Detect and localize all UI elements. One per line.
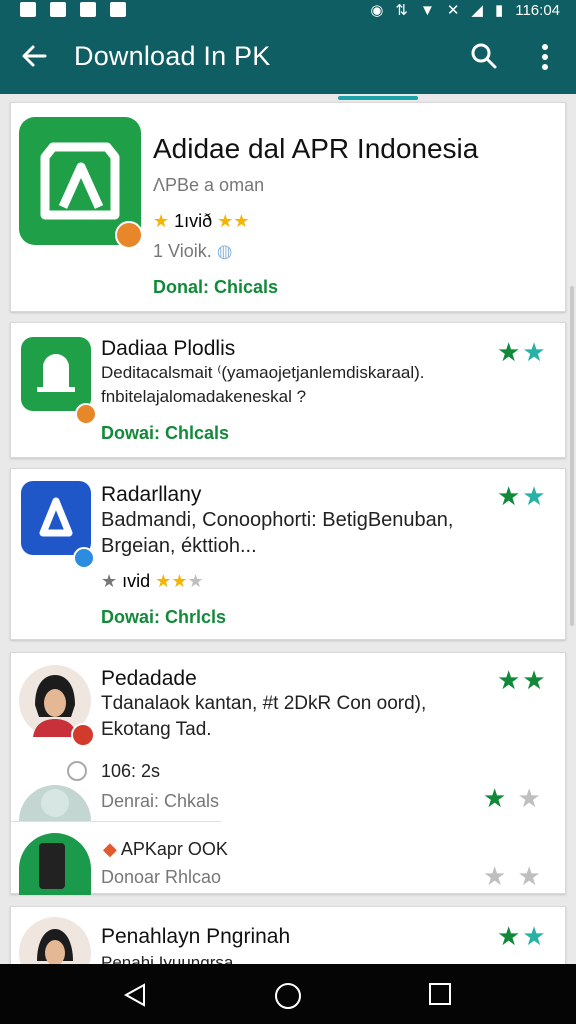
tab-indicator — [338, 96, 418, 100]
rating-stars: ★ ★ — [483, 783, 543, 813]
check-badge-icon — [73, 547, 95, 569]
rating-stars: ★★ — [497, 481, 548, 511]
star-icon: ★★ — [217, 211, 250, 231]
featured-app-name: Adidae dal APR Indonesia — [153, 133, 479, 164]
app-description: Brgeian, ékttioh... — [101, 535, 257, 557]
app-description: Tdanalaok kantan, #t 2DkR Con oord), — [101, 693, 427, 714]
verified-badge-icon — [115, 221, 143, 249]
notification-icons — [20, 2, 126, 17]
more-options-icon[interactable] — [530, 40, 560, 74]
featured-downloads: 1 Vioik. ◍ — [153, 241, 233, 261]
bluetooth-notification-icon — [80, 2, 96, 17]
status-bar: ◉ ⇅ ▼ ✕ ◢ ▮ 116:04 — [0, 0, 576, 22]
app-description: Deditacalsmait ⁽(yamaojetjanlemdiskaraal… — [101, 363, 425, 382]
recents-nav-icon[interactable] — [428, 982, 452, 1006]
sub-app-link[interactable]: Denrai: Chkals — [101, 791, 219, 812]
app-list-item[interactable]: Pedadade Tdanalaok kantan, #t 2DkR Con o… — [10, 652, 566, 895]
app-description: Ekotang Tad. — [101, 719, 212, 740]
avatar[interactable] — [19, 665, 95, 747]
featured-app-subtitle: ΛPBe a oman — [153, 175, 265, 195]
download-link[interactable]: Dowai: Chlcals — [101, 423, 229, 444]
page-title: Download In PK — [74, 41, 271, 71]
battery-icon: ▮ — [494, 2, 504, 19]
sub-app-link[interactable]: Donoar Rhlcao — [101, 867, 221, 888]
rating-stars: ★★ — [497, 337, 548, 367]
featured-download-link[interactable]: Donal: Chicals — [153, 277, 278, 298]
badge-icon — [71, 723, 95, 747]
sub-app-icon[interactable] — [19, 833, 93, 895]
app-description: Badmandi, Conoophorti: BetigBenuban, — [101, 509, 454, 531]
home-nav-icon[interactable] — [274, 982, 302, 1010]
app-name: Dadiaa Plodlis — [101, 337, 236, 360]
app-name: Radarllany — [101, 483, 202, 506]
apk-badge-icon: ◆ — [103, 839, 117, 859]
app-name: Penahlayn Pngrinah — [101, 925, 291, 948]
sub-app-value: 106: 2s — [101, 761, 161, 781]
signal-icon: ◢ — [471, 2, 483, 19]
star-icon: ★ — [153, 211, 170, 231]
data-icon: ⇅ — [395, 2, 408, 19]
app-icon[interactable] — [21, 337, 97, 425]
featured-rating: ★ 1ıvið ★★ — [153, 211, 249, 232]
app-list-item[interactable]: Radarllany Badmandi, Conoophorti: BetigB… — [10, 468, 566, 640]
back-arrow-icon[interactable] — [18, 40, 50, 72]
app-name: Pedadade — [101, 667, 197, 690]
app-rating: ★ ıvid ★★★ — [101, 571, 204, 592]
rating-stars: ★★ — [497, 921, 548, 951]
vibrate-icon: ✕ — [446, 2, 460, 19]
featured-app-card[interactable]: Adidae dal APR Indonesia ΛPBe a oman ★ 1… — [10, 102, 566, 312]
globe-icon: ◍ — [216, 241, 233, 261]
divider — [11, 821, 221, 822]
search-icon[interactable] — [468, 40, 500, 72]
featured-app-icon[interactable] — [19, 117, 143, 249]
app-list-item[interactable]: Dadiaa Plodlis Deditacalsmait ⁽(yamaojet… — [10, 322, 566, 458]
clock: 116:04 — [515, 1, 560, 19]
wifi-icon: ▼ — [419, 1, 435, 19]
star-icon: ★ — [187, 571, 204, 591]
system-nav-bar — [0, 964, 576, 1024]
scrollbar[interactable] — [570, 286, 574, 626]
download-link[interactable]: Dowai: Chrlcls — [101, 607, 226, 628]
back-nav-icon[interactable] — [122, 982, 148, 1008]
bell-app-icon — [21, 337, 91, 411]
star-icon: ★ — [101, 571, 118, 591]
rating-text: 1ıvið — [174, 211, 213, 231]
alarm-icon: ◉ — [370, 2, 384, 19]
app-icon[interactable] — [21, 481, 95, 569]
rating-stars: ★★ — [497, 665, 548, 695]
star-icon: ★★ — [155, 571, 188, 591]
sub-app-icon[interactable] — [19, 757, 93, 821]
notification-icon — [20, 2, 36, 17]
sub-app-name: ◆ APKapr OOK — [103, 839, 228, 859]
blue-app-icon — [21, 481, 91, 555]
gallery-notification-icon — [50, 2, 66, 17]
system-icons: ◉ ⇅ ▼ ✕ ◢ ▮ 116:04 — [370, 1, 560, 20]
app-description: fnbitelajalomadakeneskal ? — [101, 387, 307, 406]
rating-stars: ★ ★ — [483, 861, 543, 891]
badge-icon — [75, 403, 97, 425]
phone-app-icon — [19, 833, 91, 895]
rating-text: ıvid — [122, 571, 151, 591]
app-bar: Download In PK — [0, 22, 576, 94]
download-notification-icon — [110, 2, 126, 17]
map-app-icon — [19, 761, 91, 821]
